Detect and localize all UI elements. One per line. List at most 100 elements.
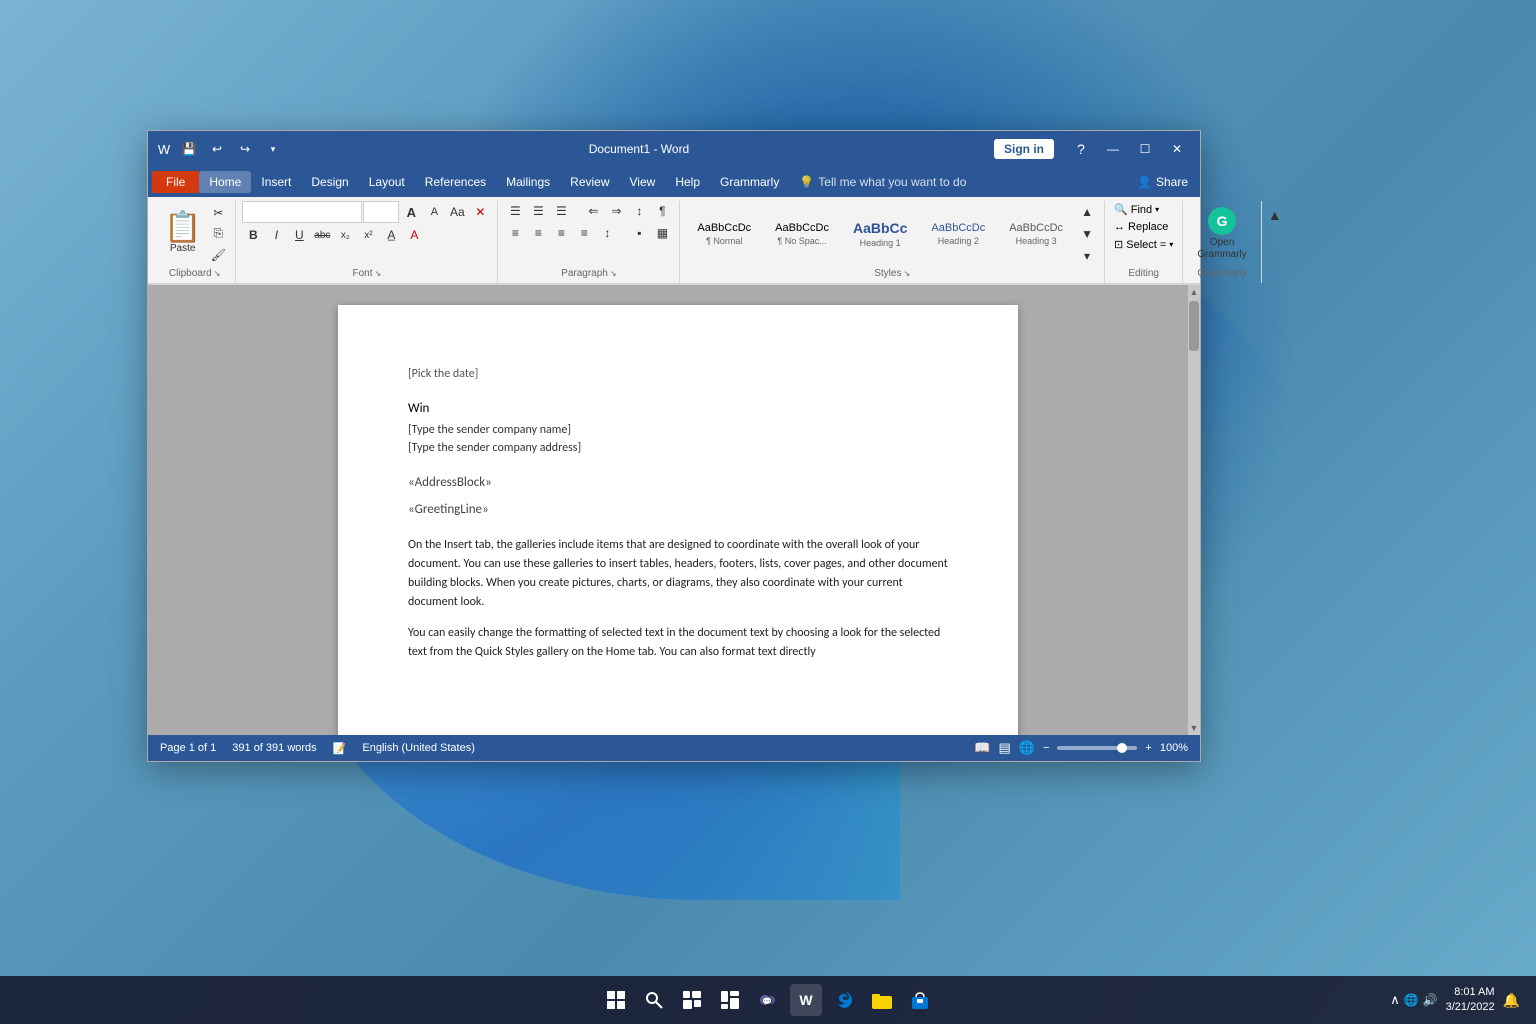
clear-format-btn[interactable]: ✕ [469,202,491,222]
menu-file[interactable]: File [152,171,199,193]
menu-references[interactable]: References [415,171,496,193]
underline-btn[interactable]: U [288,225,310,245]
view-read-btn[interactable]: 📖 [974,740,990,756]
bold-btn[interactable]: B [242,225,264,245]
styles-dialog-btn[interactable]: ↘ [903,269,910,278]
doc-greeting-line[interactable]: «GreetingLine» [408,500,948,520]
menu-design[interactable]: Design [301,171,358,193]
styles-more-btn[interactable]: ▾ [1076,246,1098,266]
customize-qat-btn[interactable]: ▾ [262,138,284,160]
doc-name-field[interactable]: Win [408,399,948,419]
doc-company-address[interactable]: [Type the sender company address] [408,439,948,457]
window-help-btn[interactable]: ? [1066,135,1096,163]
zoom-minus-btn[interactable]: − [1043,742,1049,754]
notification-btn[interactable]: 🔔 [1503,992,1520,1009]
paste-btn[interactable]: 📋 Paste [160,211,205,256]
font-name-input[interactable] [242,201,362,223]
paragraph-dialog-btn[interactable]: ↘ [610,269,617,278]
doc-date-field[interactable]: [Pick the date] [408,365,948,383]
redo-btn[interactable]: ↪ [234,138,256,160]
window-close-btn[interactable]: ✕ [1162,135,1192,163]
menu-layout[interactable]: Layout [359,171,415,193]
copy-btn[interactable]: ⎘ [207,224,229,244]
window-maximize-btn[interactable]: ☐ [1130,135,1160,163]
menu-help[interactable]: Help [665,171,710,193]
window-minimize-btn[interactable]: — [1098,135,1128,163]
style-heading3[interactable]: AaBbCcDc Heading 3 [998,217,1074,251]
strikethrough-btn[interactable]: abc [311,225,333,245]
justify-btn[interactable]: ≡ [573,223,595,243]
chat-btn[interactable]: 💬 [752,984,784,1016]
line-spacing-btn[interactable]: ↕ [596,223,618,243]
format-painter-btn[interactable]: 🖌 [207,245,229,265]
network-icon[interactable]: 🌐 [1404,993,1419,1007]
show-marks-btn[interactable]: ¶ [651,201,673,221]
share-btn[interactable]: 👤 Share [1129,171,1196,193]
change-case-btn[interactable]: Aa [446,202,468,222]
save-titlebar-btn[interactable]: 💾 [178,138,200,160]
zoom-level[interactable]: 100% [1160,742,1188,754]
view-print-btn[interactable]: ▤ [999,740,1011,756]
font-dialog-btn[interactable]: ↘ [375,269,382,278]
decrease-indent-btn[interactable]: ⇐ [582,201,604,221]
proofing-icon[interactable]: 📝 [333,742,347,755]
scroll-thumb[interactable] [1189,301,1199,351]
align-left-btn[interactable]: ≡ [504,223,526,243]
doc-para1[interactable]: On the Insert tab, the galleries include… [408,536,948,613]
word-count[interactable]: 391 of 391 words [232,742,316,754]
widgets-btn[interactable] [714,984,746,1016]
volume-icon[interactable]: 🔊 [1423,993,1438,1007]
menu-view[interactable]: View [620,171,666,193]
start-btn[interactable] [600,984,632,1016]
doc-address-block[interactable]: «AddressBlock» [408,473,948,493]
font-size-input[interactable] [363,201,399,223]
font-color-btn[interactable]: A [403,225,425,245]
scroll-down-btn[interactable]: ▼ [1190,723,1199,733]
search-taskbar-btn[interactable] [638,984,670,1016]
align-center-btn[interactable]: ≡ [527,223,549,243]
vertical-scrollbar[interactable]: ▲ ▼ [1188,285,1200,735]
bullets-btn[interactable]: ☰ [504,201,526,221]
select-btn[interactable]: ⊡ Select = ▾ [1111,236,1176,253]
multilevel-btn[interactable]: ☰ [550,201,572,221]
signin-btn[interactable]: Sign in [994,139,1054,159]
align-right-btn[interactable]: ≡ [550,223,572,243]
view-web-btn[interactable]: 🌐 [1019,740,1035,756]
menu-grammarly[interactable]: Grammarly [710,171,789,193]
zoom-slider[interactable] [1057,746,1137,750]
find-btn[interactable]: 🔍 Find ▾ [1111,201,1162,218]
style-normal[interactable]: AaBbCcDc ¶ Normal [686,217,762,251]
find-dropdown[interactable]: ▾ [1155,205,1159,214]
style-heading2[interactable]: AaBbCcDc Heading 2 [920,217,996,251]
replace-btn[interactable]: ↔ Replace [1111,219,1171,235]
clipboard-dialog-btn[interactable]: ↘ [214,269,221,278]
chevron-up-icon[interactable]: ∧ [1390,992,1400,1008]
zoom-thumb[interactable] [1117,743,1127,753]
cut-btn[interactable]: ✂ [207,203,229,223]
doc-scroll[interactable]: [Pick the date] Win [Type the sender com… [168,285,1188,735]
sort-btn[interactable]: ↕ [628,201,650,221]
font-shrink-btn[interactable]: A [423,202,445,222]
store-taskbar-btn[interactable] [904,984,936,1016]
menu-home[interactable]: Home [199,171,251,193]
borders-btn[interactable]: ▦ [651,223,673,243]
edge-taskbar-btn[interactable] [828,984,860,1016]
increase-indent-btn[interactable]: ⇒ [605,201,627,221]
superscript-btn[interactable]: x² [357,225,379,245]
document-page[interactable]: [Pick the date] Win [Type the sender com… [338,305,1018,735]
subscript-btn[interactable]: x₂ [334,225,356,245]
style-nospace[interactable]: AaBbCcDc ¶ No Spac... [764,217,840,251]
language[interactable]: English (United States) [362,742,475,754]
collapse-ribbon-btn[interactable]: ▲ [1264,205,1286,225]
numbering-btn[interactable]: ☰ [527,201,549,221]
open-grammarly-btn[interactable]: G OpenGrammarly [1189,203,1254,265]
shading-btn[interactable]: ▪ [628,223,650,243]
menu-insert[interactable]: Insert [251,171,301,193]
doc-company-name[interactable]: [Type the sender company name] [408,421,948,439]
explorer-taskbar-btn[interactable] [866,984,898,1016]
tell-me-text[interactable]: Tell me what you want to do [818,175,966,189]
task-view-btn[interactable] [676,984,708,1016]
word-taskbar-btn[interactable]: W [790,984,822,1016]
style-heading1[interactable]: AaBbCc Heading 1 [842,215,918,253]
undo-btn[interactable]: ↩ [206,138,228,160]
